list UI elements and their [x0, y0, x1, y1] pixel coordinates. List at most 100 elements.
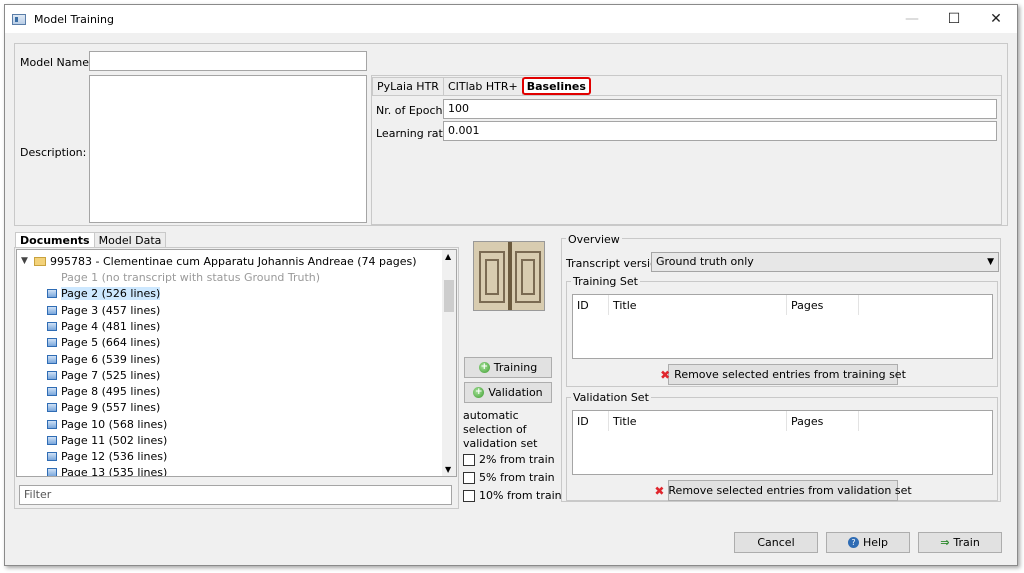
tree-page-row[interactable]: Page 7 (525 lines) [47, 367, 160, 383]
tab-model-data[interactable]: Model Data [93, 232, 167, 248]
x-icon: ✖ [660, 367, 671, 382]
description-textarea[interactable] [89, 75, 367, 223]
tree-page-row[interactable]: Page 8 (495 lines) [47, 383, 160, 399]
training-set-group: Training Set ID Title Pages ✖ Remove sel… [566, 275, 998, 387]
documents-panel: ▼ 995783 - Clementinae cum Apparatu Joha… [14, 247, 459, 509]
train-label: Train [953, 536, 980, 549]
cancel-button[interactable]: Cancel [734, 532, 818, 553]
tree-scrollbar[interactable]: ▲ ▼ [442, 250, 456, 476]
add-validation-button[interactable]: + Validation [464, 382, 552, 403]
page-icon [47, 354, 57, 364]
option-5-label: 5% from train [479, 471, 555, 484]
page-icon [47, 288, 57, 298]
tree-root-label: 995783 - Clementinae cum Apparatu Johann… [50, 254, 417, 268]
tab-baselines[interactable]: Baselines [521, 77, 591, 95]
learning-rate-input[interactable]: 0.001 [443, 121, 997, 141]
col-title[interactable]: Title [609, 411, 787, 431]
training-set-table[interactable]: ID Title Pages [572, 294, 993, 359]
col-title[interactable]: Title [609, 295, 787, 315]
add-training-button[interactable]: + Training [464, 357, 552, 378]
training-set-title: Training Set [571, 275, 640, 288]
tree-root-row[interactable]: ▼ 995783 - Clementinae cum Apparatu Joha… [21, 253, 417, 269]
engine-tabstrip: PyLaia HTR CITlab HTR+ Baselines [372, 76, 1001, 96]
tree-page-row[interactable]: Page 6 (539 lines) [47, 351, 160, 367]
app-icon [12, 13, 26, 25]
checkbox-icon[interactable] [463, 471, 475, 484]
checkbox-icon[interactable] [463, 453, 475, 466]
overview-panel: Overview Transcript version Ground truth… [561, 233, 1001, 502]
close-icon[interactable]: ✕ [975, 5, 1017, 33]
tree-page-label: Page 6 (539 lines) [61, 352, 161, 366]
plus-icon: + [473, 387, 485, 398]
tree-page-row[interactable]: Page 1 (no transcript with status Ground… [47, 269, 320, 285]
remove-training-button[interactable]: ✖ Remove selected entries from training … [660, 364, 906, 385]
tab-documents[interactable]: Documents [15, 232, 95, 248]
remove-training-label: Remove selected entries from training se… [674, 368, 906, 381]
tree-page-row[interactable]: Page 5 (664 lines) [47, 334, 160, 350]
train-button[interactable]: ⇒ Train [918, 532, 1002, 553]
tab-citlab-htr[interactable]: CITlab HTR+ [442, 77, 523, 95]
epochs-input[interactable]: 100 [443, 99, 997, 119]
page-icon [47, 467, 57, 476]
tree-page-row[interactable]: Page 13 (535 lines) [47, 464, 168, 477]
model-name-label: Model Name: [20, 56, 93, 69]
tree-page-row[interactable]: Page 9 (557 lines) [47, 399, 160, 415]
plus-icon: + [478, 362, 490, 373]
model-name-input[interactable] [89, 51, 367, 71]
page-icon [47, 337, 57, 347]
help-label: Help [862, 536, 889, 549]
manuscript-thumbnail-icon [474, 242, 544, 310]
scroll-thumb[interactable] [444, 280, 454, 312]
cancel-label: Cancel [757, 536, 795, 549]
help-button[interactable]: ? Help [826, 532, 910, 553]
transcript-version-select[interactable]: Ground truth only ▼ [651, 252, 999, 272]
scroll-up-icon[interactable]: ▲ [445, 252, 451, 261]
option-5-percent[interactable]: 5% from train [463, 471, 555, 484]
auto-selection-label-3: validation set [463, 437, 538, 450]
col-id[interactable]: ID [573, 295, 609, 315]
validation-set-table[interactable]: ID Title Pages [572, 410, 993, 475]
checkbox-icon[interactable] [463, 489, 475, 502]
chevron-down-icon[interactable]: ▼ [21, 256, 31, 266]
page-icon [47, 435, 57, 445]
tree-page-label: Page 12 (536 lines) [61, 449, 168, 463]
minimize-icon[interactable]: — [891, 5, 933, 33]
option-2-percent[interactable]: 2% from train [463, 453, 555, 466]
tree-page-row[interactable]: Page 4 (481 lines) [47, 318, 160, 334]
engine-settings-panel: PyLaia HTR CITlab HTR+ Baselines Nr. of … [371, 75, 1002, 225]
page-icon [47, 451, 57, 461]
page-icon [47, 402, 57, 412]
validation-set-group: Validation Set ID Title Pages ✖ Remove s… [566, 391, 998, 501]
tree-page-row[interactable]: Page 3 (457 lines) [47, 302, 160, 318]
tree-page-row[interactable]: Page 10 (568 lines) [47, 416, 167, 432]
tree-page-row[interactable]: Page 11 (502 lines) [47, 432, 167, 448]
tree-page-row[interactable]: Page 2 (526 lines) [47, 285, 161, 301]
tree-page-row[interactable]: Page 12 (536 lines) [47, 448, 167, 464]
tree-page-label: Page 10 (568 lines) [61, 417, 168, 431]
tree-page-label: Page 4 (481 lines) [61, 319, 161, 333]
chevron-down-icon[interactable]: ▼ [987, 255, 994, 269]
page-icon [47, 370, 57, 380]
remove-validation-button[interactable]: ✖ Remove selected entries from validatio… [654, 480, 912, 501]
col-id[interactable]: ID [573, 411, 609, 431]
tree-page-label: Page 13 (535 lines) [61, 465, 168, 477]
tab-pylaia-htr[interactable]: PyLaia HTR [372, 77, 444, 95]
page-icon [47, 419, 57, 429]
filter-input[interactable]: Filter [19, 485, 452, 505]
tree-page-label: Page 3 (457 lines) [61, 303, 161, 317]
overview-title: Overview [566, 233, 622, 246]
help-icon: ? [847, 537, 859, 548]
col-pages[interactable]: Pages [787, 411, 859, 431]
folder-icon [34, 256, 46, 266]
filter-placeholder: Filter [24, 488, 52, 501]
scroll-down-icon[interactable]: ▼ [445, 465, 451, 474]
maximize-icon[interactable]: ☐ [933, 5, 975, 33]
tree-page-label: Page 8 (495 lines) [61, 384, 161, 398]
col-pages[interactable]: Pages [787, 295, 859, 315]
option-10-percent[interactable]: 10% from train [463, 489, 562, 502]
arrow-right-icon: ⇒ [940, 536, 950, 549]
documents-tabstrip: Documents Model Data [15, 232, 167, 248]
remove-validation-label: Remove selected entries from validation … [668, 484, 912, 497]
tree-page-label: Page 9 (557 lines) [61, 400, 161, 414]
training-button-label: Training [493, 361, 538, 374]
